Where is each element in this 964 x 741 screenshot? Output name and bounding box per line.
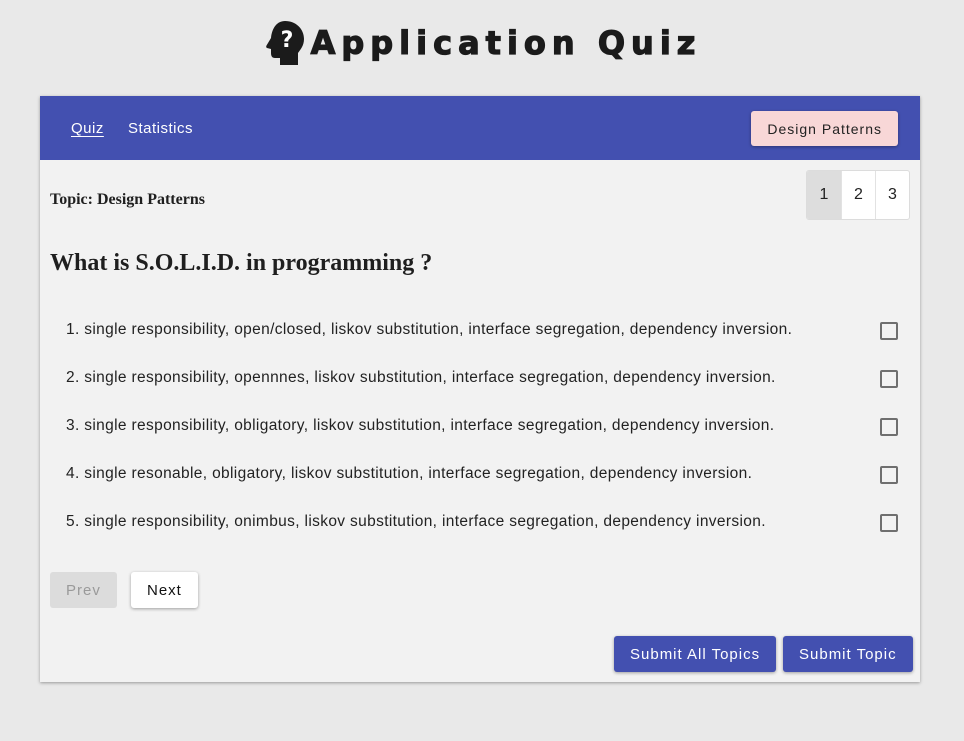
- answer-option: 5. single responsibility, onimbus, lisko…: [66, 498, 898, 546]
- question-text: What is S.O.L.I.D. in programming ?: [50, 250, 433, 276]
- quiz-card: Quiz Statistics Design Patterns Topic: D…: [40, 96, 920, 682]
- answer-option: 3. single responsibility, obligatory, li…: [66, 402, 898, 450]
- answer-text: 1. single responsibility, open/closed, l…: [66, 321, 793, 338]
- app-header: ? Application Quiz: [0, 0, 964, 96]
- answer-text: 5. single responsibility, onimbus, lisko…: [66, 513, 766, 530]
- nav-link-quiz[interactable]: Quiz: [71, 120, 104, 137]
- navbar: Quiz Statistics Design Patterns: [40, 96, 920, 160]
- answer-checkbox[interactable]: [880, 322, 898, 340]
- nav-link-statistics[interactable]: Statistics: [128, 120, 193, 137]
- answer-option: 2. single responsibility, opennnes, lisk…: [66, 354, 898, 402]
- logo: ? Application Quiz: [263, 20, 702, 66]
- submit-topic-button[interactable]: Submit Topic: [783, 636, 913, 672]
- answer-option: 4. single resonable, obligatory, liskov …: [66, 450, 898, 498]
- answer-checkbox[interactable]: [880, 418, 898, 436]
- app-title: Application Quiz: [310, 23, 702, 62]
- answer-text: 3. single responsibility, obligatory, li…: [66, 417, 775, 434]
- next-button[interactable]: Next: [131, 572, 198, 608]
- page-button-2[interactable]: 2: [841, 171, 875, 219]
- answer-list: 1. single responsibility, open/closed, l…: [66, 306, 898, 546]
- answer-checkbox[interactable]: [880, 370, 898, 388]
- svg-text:?: ?: [280, 28, 293, 53]
- submit-all-topics-button[interactable]: Submit All Topics: [614, 636, 777, 672]
- question-pager: 1 2 3: [806, 170, 910, 220]
- answer-option: 1. single responsibility, open/closed, l…: [66, 306, 898, 354]
- topic-select-button[interactable]: Design Patterns: [751, 111, 898, 146]
- head-question-mark-icon: ?: [265, 21, 304, 65]
- page-button-3[interactable]: 3: [875, 171, 909, 219]
- answer-text: 2. single responsibility, opennnes, lisk…: [66, 369, 776, 386]
- answer-checkbox[interactable]: [880, 514, 898, 532]
- page-button-1[interactable]: 1: [807, 171, 841, 219]
- prev-button[interactable]: Prev: [50, 572, 117, 608]
- answer-checkbox[interactable]: [880, 466, 898, 484]
- answer-text: 4. single resonable, obligatory, liskov …: [66, 465, 753, 482]
- topic-label: Topic: Design Patterns: [50, 191, 205, 208]
